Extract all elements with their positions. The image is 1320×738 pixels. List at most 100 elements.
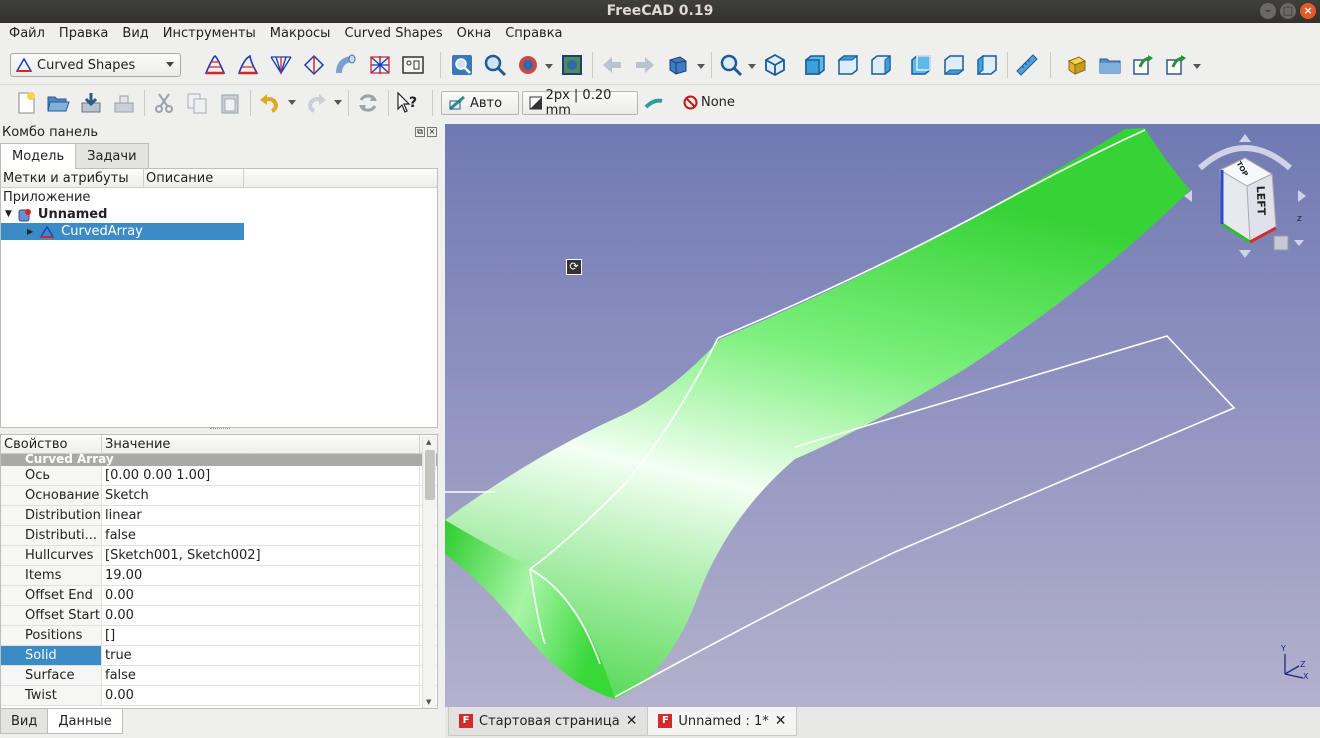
copy-icon[interactable] (185, 91, 209, 115)
right-view-icon[interactable] (869, 53, 893, 77)
property-row[interactable]: ▸Ось[0.00 0.00 1.00] (1, 466, 437, 486)
snap-lock-icon[interactable] (642, 91, 666, 115)
tab-model[interactable]: Модель (0, 143, 77, 169)
zoom-icon[interactable] (719, 53, 743, 77)
property-value[interactable]: [Sketch001, Sketch002] (102, 546, 420, 565)
property-value[interactable]: Sketch (102, 486, 420, 505)
property-value[interactable]: false (102, 666, 420, 685)
tree-header-description[interactable]: Описание (144, 169, 244, 187)
property-value[interactable]: 0.00 (102, 586, 420, 605)
whats-this-icon[interactable]: ? (396, 91, 420, 115)
property-value[interactable]: false (102, 526, 420, 545)
curved-segment-icon[interactable] (236, 53, 260, 77)
property-value[interactable]: linear (102, 506, 420, 525)
property-row[interactable]: Solid true (1, 646, 437, 666)
property-value[interactable]: 0.00 (102, 686, 420, 705)
back-arrow-icon[interactable] (600, 53, 624, 77)
menu-view[interactable]: Вид (115, 23, 155, 45)
property-row[interactable]: Surface false (1, 666, 437, 686)
property-row[interactable]: Distribution linear (1, 506, 437, 526)
chevron-down-icon[interactable] (748, 64, 756, 69)
property-row[interactable]: Основание Sketch (1, 486, 437, 506)
bottom-view-icon[interactable] (942, 53, 966, 77)
close-button[interactable]: × (1300, 3, 1316, 19)
property-row[interactable]: Offset End 0.00 (1, 586, 437, 606)
property-value[interactable]: true (102, 646, 420, 665)
draw-style-icon[interactable] (516, 53, 540, 77)
property-row[interactable]: Offset Start 0.00 (1, 606, 437, 626)
menu-windows[interactable]: Окна (450, 23, 499, 45)
menu-tools[interactable]: Инструменты (156, 23, 263, 45)
named-sketch-icon[interactable] (368, 53, 392, 77)
bounding-box-icon[interactable] (560, 53, 584, 77)
nurbs-pipe-icon[interactable] (335, 53, 359, 77)
isometric-view-icon[interactable] (763, 53, 787, 77)
prop-header-name[interactable]: Свойство (1, 435, 102, 453)
fit-all-icon[interactable] (450, 53, 474, 77)
tree-item-curvedarray[interactable]: ▶ CurvedArray (1, 223, 244, 240)
property-value[interactable]: 19.00 (102, 566, 420, 585)
draw-style-button[interactable]: Авто (441, 91, 519, 115)
surface-cut-icon[interactable] (302, 53, 326, 77)
top-view-icon[interactable] (836, 53, 860, 77)
fit-selection-icon[interactable] (483, 53, 507, 77)
property-value[interactable]: [] (102, 626, 420, 645)
property-value[interactable]: [0.00 0.00 1.00] (102, 466, 420, 485)
property-row[interactable]: Distributi... false (1, 526, 437, 546)
prop-header-value[interactable]: Значение (102, 435, 420, 453)
tree-item-document[interactable]: ▼ Unnamed (5, 206, 107, 223)
3d-view[interactable]: ⟳ LEFT TOP z Y X Z (445, 124, 1320, 707)
link-icon[interactable] (1131, 53, 1155, 77)
property-row[interactable]: Positions[] (1, 626, 437, 646)
tab-start-page[interactable]: F Стартовая страница ✕ (448, 707, 649, 736)
close-icon[interactable]: × (427, 127, 437, 137)
chevron-down-icon[interactable] (334, 100, 342, 105)
cut-icon[interactable] (152, 91, 176, 115)
close-tab-icon[interactable]: ✕ (626, 713, 638, 729)
property-row[interactable]: Items 19.00 (1, 566, 437, 586)
workbench-selector[interactable]: Curved Shapes (10, 53, 181, 77)
refresh-icon[interactable] (356, 91, 380, 115)
open-folder-icon[interactable] (46, 91, 70, 115)
paste-icon[interactable] (218, 91, 242, 115)
chevron-down-icon[interactable] (697, 64, 705, 69)
measure-icon[interactable] (1015, 53, 1039, 77)
property-row[interactable]: Hullcurves [Sketch001, Sketch002] (1, 546, 437, 566)
undo-icon[interactable] (258, 91, 282, 115)
tab-unnamed[interactable]: F Unnamed : 1* ✕ (647, 707, 798, 736)
float-icon[interactable]: ⧉ (415, 127, 425, 137)
new-document-icon[interactable] (14, 91, 38, 115)
menu-edit[interactable]: Правка (52, 23, 115, 45)
expand-right-icon[interactable]: ▶ (27, 223, 33, 240)
property-row[interactable]: Twist 0.00 (1, 686, 437, 706)
menu-file[interactable]: Файл (2, 23, 52, 45)
save-icon[interactable] (79, 91, 103, 115)
chevron-down-icon[interactable] (545, 64, 553, 69)
chevron-down-icon[interactable] (1193, 64, 1201, 69)
part-icon[interactable] (1065, 53, 1089, 77)
view-menu-icon[interactable] (666, 53, 690, 77)
sketch-grid-icon[interactable] (401, 53, 425, 77)
group-folder-icon[interactable] (1098, 53, 1122, 77)
tab-view[interactable]: Вид (0, 709, 49, 734)
save-as-icon[interactable] (112, 91, 136, 115)
property-scrollbar[interactable]: ▲ ▼ (422, 436, 436, 708)
menu-macros[interactable]: Макросы (263, 23, 338, 45)
expand-down-icon[interactable]: ▼ (5, 206, 12, 223)
interpolated-middle-icon[interactable] (269, 53, 293, 77)
link-actions-icon[interactable] (1164, 53, 1188, 77)
tree-header-labels[interactable]: Метки и атрибуты (1, 169, 144, 187)
rear-view-icon[interactable] (909, 53, 933, 77)
minimize-button[interactable]: – (1260, 3, 1276, 19)
tab-tasks[interactable]: Задачи (75, 143, 149, 168)
forward-arrow-icon[interactable] (633, 53, 657, 77)
property-value[interactable]: 0.00 (102, 606, 420, 625)
splitter-handle[interactable] (210, 428, 230, 431)
front-view-icon[interactable] (803, 53, 827, 77)
line-width-button[interactable]: 2px | 0.20 mm (522, 88, 638, 118)
maximize-button[interactable]: □ (1280, 3, 1296, 19)
snap-none-button[interactable]: None (683, 95, 735, 110)
chevron-down-icon[interactable] (288, 100, 296, 105)
redo-icon[interactable] (304, 91, 328, 115)
navigation-cube[interactable]: LEFT TOP z (1180, 128, 1310, 258)
